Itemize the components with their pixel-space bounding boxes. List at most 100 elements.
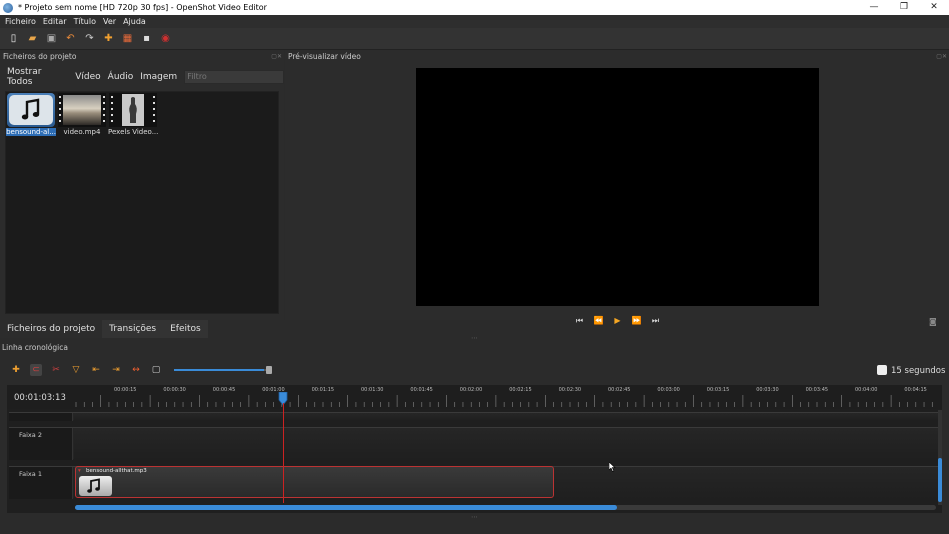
- snapping-icon[interactable]: ⊂: [30, 364, 42, 376]
- razor-icon[interactable]: ✂: [50, 364, 62, 376]
- filter-tab-image[interactable]: Imagem: [140, 72, 177, 82]
- maximize-button[interactable]: ❐: [889, 0, 919, 15]
- current-time-display: 00:01:03:13: [14, 393, 66, 403]
- menu-ficheiro[interactable]: Ficheiro: [5, 17, 36, 26]
- openshot-app-icon: [3, 2, 13, 13]
- ruler-label: 00:00:45: [212, 387, 236, 393]
- preview-header: Pré-visualizar vídeo ▢✕: [285, 50, 949, 64]
- menu-ver[interactable]: Ver: [103, 17, 116, 26]
- save-project-icon[interactable]: ▣: [46, 33, 57, 44]
- clip-menu-icon[interactable]: ▾: [78, 468, 81, 474]
- export-video-icon[interactable]: ◉: [160, 33, 171, 44]
- files-list[interactable]: bensound-al... video.mp4 Pexels Video...: [5, 91, 279, 314]
- dock-controls-icon[interactable]: ▢✕: [271, 50, 282, 64]
- ruler-label: 00:04:15: [904, 387, 927, 393]
- choose-profile-icon[interactable]: ▦: [122, 33, 133, 44]
- video-preview-canvas[interactable]: [416, 68, 819, 306]
- film-strip-icon: [58, 93, 106, 127]
- timeline-vertical-scrollbar[interactable]: [938, 410, 942, 505]
- splitter-handle-bottom[interactable]: ⋯: [471, 513, 478, 521]
- previous-marker-icon[interactable]: ⇤: [90, 364, 102, 376]
- tab-project-files[interactable]: Ficheiros do projeto: [0, 320, 103, 338]
- ruler-label: 00:01:45: [410, 387, 433, 393]
- track-label-partial: [9, 413, 73, 421]
- menu-titulo[interactable]: Título: [74, 17, 96, 26]
- track-body-faixa-2[interactable]: [74, 428, 940, 460]
- clip-title: bensound-allthat.mp3: [86, 468, 147, 474]
- zoom-checkbox[interactable]: [877, 365, 887, 375]
- video-preview-panel: Pré-visualizar vídeo ▢✕: [285, 50, 949, 320]
- mouse-cursor-icon: [609, 462, 616, 472]
- open-project-icon[interactable]: ▰: [27, 33, 38, 44]
- tab-effects[interactable]: Efeitos: [163, 320, 208, 338]
- track-partial: [9, 412, 940, 421]
- ruler-label: 00:00:15: [114, 387, 137, 393]
- next-marker-icon[interactable]: ⇥: [110, 364, 122, 376]
- clip-thumbnail: [79, 476, 112, 496]
- new-project-icon[interactable]: ▯: [8, 33, 19, 44]
- filter-input[interactable]: Filtro: [184, 70, 284, 84]
- window-controls: — ❐ ✕: [859, 0, 949, 15]
- minimize-button[interactable]: —: [859, 0, 889, 15]
- music-note-icon: [9, 95, 53, 125]
- ruler-label: 00:02:45: [608, 387, 631, 393]
- add-track-icon[interactable]: ✚: [10, 364, 22, 376]
- video-file-thumbnail: [58, 93, 106, 127]
- undo-icon[interactable]: ↶: [65, 33, 76, 44]
- project-files-panel: Ficheiros do projeto ▢✕ Mostrar Todos Ví…: [0, 50, 284, 320]
- film-strip-icon: [109, 93, 157, 127]
- preview-title: Pré-visualizar vídeo: [288, 52, 361, 61]
- ruler-label: 00:03:45: [805, 387, 829, 393]
- filter-tab-video[interactable]: Vídeo: [75, 72, 100, 82]
- ruler-label: 00:01:30: [361, 387, 384, 393]
- menu-editar[interactable]: Editar: [43, 17, 67, 26]
- filter-tab-all[interactable]: Mostrar Todos: [7, 67, 68, 87]
- ruler-ticks: [75, 395, 933, 407]
- filter-tab-audio[interactable]: Áudio: [108, 72, 134, 82]
- timeline-area[interactable]: 00:01:03:13 00:00:15 00:00:30 00:00:45 00:0…: [7, 385, 942, 513]
- timeline-title: Linha cronológica: [2, 343, 68, 352]
- audio-file-thumbnail: [7, 93, 55, 127]
- add-marker-icon[interactable]: ▽: [70, 364, 82, 376]
- zoom-out-icon[interactable]: ▢: [150, 364, 162, 376]
- zoom-label: 15 segundos: [891, 366, 946, 376]
- window-titlebar: * Projeto sem nome [HD 720p 30 fps] - Op…: [0, 0, 949, 15]
- track-label-faixa-1[interactable]: Faixa 1: [9, 467, 73, 499]
- ruler-label: 00:01:15: [311, 387, 335, 393]
- file-item-audio[interactable]: bensound-al...: [6, 93, 56, 136]
- fullscreen-icon[interactable]: ▪: [141, 33, 152, 44]
- zoom-slider-fill: [174, 369, 265, 371]
- timeline-ruler[interactable]: 00:01:03:13 00:00:15 00:00:30 00:00:45 00:0…: [7, 385, 942, 409]
- vertical-scroll-thumb[interactable]: [938, 458, 942, 502]
- ruler-label: 00:03:00: [657, 387, 680, 393]
- file-item-video[interactable]: video.mp4: [57, 93, 107, 136]
- import-files-icon[interactable]: ✚: [103, 33, 114, 44]
- horizontal-scroll-thumb[interactable]: [75, 505, 618, 510]
- music-note-icon: [87, 478, 100, 493]
- main-toolbar: ▯ ▰ ▣ ↶ ↷ ✚ ▦ ▪ ◉: [0, 28, 949, 50]
- close-button[interactable]: ✕: [919, 0, 949, 15]
- audio-clip[interactable]: ▾ bensound-allthat.mp3: [75, 466, 554, 498]
- splitter-handle-horizontal[interactable]: ⋯: [471, 334, 478, 342]
- redo-icon[interactable]: ↷: [84, 33, 95, 44]
- track-label-faixa-2[interactable]: Faixa 2: [9, 428, 73, 460]
- ruler-label: 00:04:00: [855, 387, 878, 393]
- file-item-pexels[interactable]: Pexels Video...: [108, 93, 158, 136]
- pexels-file-thumbnail: [109, 93, 157, 127]
- project-files-title: Ficheiros do projeto: [3, 52, 77, 61]
- menu-bar: Ficheiro Editar Título Ver Ajuda: [0, 15, 949, 28]
- menu-ajuda[interactable]: Ajuda: [123, 17, 146, 26]
- zoom-slider-track[interactable]: [174, 369, 270, 371]
- window-title: * Projeto sem nome [HD 720p 30 fps] - Op…: [18, 3, 267, 12]
- ruler-label: 00:02:15: [509, 387, 532, 393]
- playhead-line: [283, 403, 284, 503]
- ruler-label: 00:00:30: [163, 387, 186, 393]
- zoom-slider-handle[interactable]: [266, 366, 272, 374]
- tab-transitions[interactable]: Transições: [102, 320, 164, 338]
- timeline-horizontal-scrollbar[interactable]: [75, 505, 936, 510]
- center-timeline-icon[interactable]: ↔: [130, 364, 142, 376]
- ruler-label: 00:03:30: [756, 387, 779, 393]
- track-body-partial[interactable]: [74, 413, 940, 421]
- dock-controls-icon[interactable]: ▢✕: [936, 50, 947, 64]
- file-name-video: video.mp4: [63, 128, 101, 136]
